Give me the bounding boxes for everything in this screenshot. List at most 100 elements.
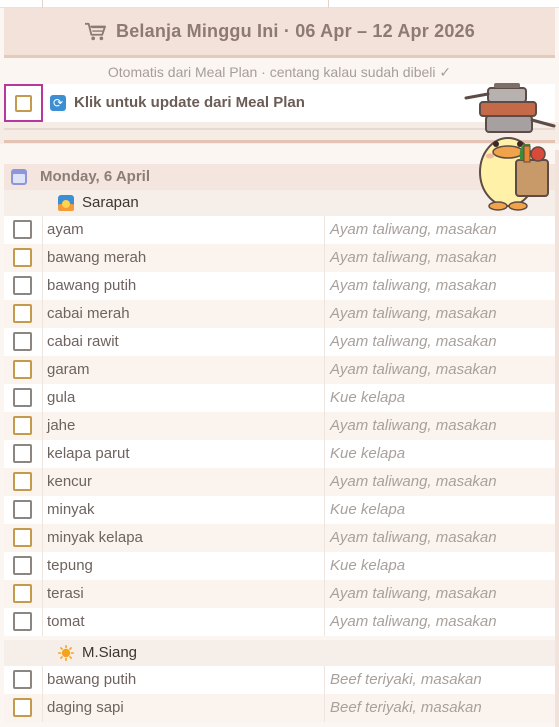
item-name: minyak kelapa bbox=[47, 529, 143, 546]
item-recipe: Kue kelapa bbox=[330, 389, 406, 406]
table-row[interactable]: cabai rawit Ayam taliwang, masakan bbox=[4, 328, 555, 356]
item-checkbox[interactable] bbox=[13, 528, 32, 547]
table-row[interactable]: garam Ayam taliwang, masakan bbox=[4, 356, 555, 384]
item-checkbox[interactable] bbox=[13, 332, 32, 351]
item-list-sarapan: ayam Ayam taliwang, masakan bawang merah A… bbox=[4, 216, 555, 636]
table-row[interactable]: daging sapi Beef teriyaki, masakan bbox=[4, 694, 555, 722]
cart-icon bbox=[85, 22, 106, 40]
item-name: bawang putih bbox=[47, 277, 137, 294]
meal-label: Sarapan bbox=[82, 194, 139, 211]
column-divider bbox=[324, 524, 325, 552]
item-checkbox[interactable] bbox=[13, 500, 32, 519]
item-checkbox[interactable] bbox=[13, 698, 32, 717]
column-divider bbox=[42, 300, 43, 328]
column-divider bbox=[324, 216, 325, 244]
column-divider bbox=[42, 496, 43, 524]
table-row[interactable]: terasi Ayam taliwang, masakan bbox=[4, 580, 555, 608]
item-recipe: Ayam taliwang, masakan bbox=[330, 529, 497, 546]
item-checkbox[interactable] bbox=[13, 416, 32, 435]
item-checkbox[interactable] bbox=[13, 388, 32, 407]
column-divider bbox=[328, 0, 329, 8]
column-divider bbox=[42, 580, 43, 608]
column-divider bbox=[42, 666, 43, 694]
table-row[interactable]: bawang putih Beef teriyaki, masakan bbox=[4, 666, 555, 694]
day-label: Monday, 6 April bbox=[40, 168, 151, 185]
table-row[interactable]: ayam Ayam taliwang, masakan bbox=[4, 216, 555, 244]
column-divider bbox=[324, 694, 325, 722]
column-divider bbox=[42, 524, 43, 552]
column-divider bbox=[324, 356, 325, 384]
item-name: kelapa parut bbox=[47, 445, 130, 462]
sun-icon bbox=[58, 645, 74, 661]
column-divider bbox=[42, 0, 43, 8]
item-checkbox[interactable] bbox=[13, 360, 32, 379]
table-row[interactable]: tepung Kue kelapa bbox=[4, 552, 555, 580]
item-recipe: Kue kelapa bbox=[330, 445, 406, 462]
item-checkbox[interactable] bbox=[13, 584, 32, 603]
column-divider bbox=[42, 272, 43, 300]
item-recipe: Ayam taliwang, masakan bbox=[330, 277, 497, 294]
column-divider bbox=[324, 384, 325, 412]
item-recipe: Kue kelapa bbox=[330, 557, 406, 574]
column-divider bbox=[324, 666, 325, 694]
meal-header-msiang: M.Siang bbox=[4, 640, 555, 666]
update-checkbox-cell[interactable] bbox=[4, 84, 43, 122]
update-checkbox[interactable] bbox=[15, 95, 32, 112]
meal-label: M.Siang bbox=[82, 644, 138, 661]
item-checkbox[interactable] bbox=[13, 444, 32, 463]
column-divider bbox=[324, 440, 325, 468]
item-name: cabai rawit bbox=[47, 333, 119, 350]
table-row[interactable]: kelapa parut Kue kelapa bbox=[4, 440, 555, 468]
item-name: daging sapi bbox=[47, 699, 124, 716]
item-checkbox[interactable] bbox=[13, 612, 32, 631]
table-row[interactable]: minyak Kue kelapa bbox=[4, 496, 555, 524]
table-row[interactable]: bawang putih Ayam taliwang, masakan bbox=[4, 272, 555, 300]
duck-chef-mascot-illustration bbox=[464, 83, 556, 211]
column-divider bbox=[42, 244, 43, 272]
item-name: cabai merah bbox=[47, 305, 130, 322]
item-name: gula bbox=[47, 389, 76, 406]
item-checkbox[interactable] bbox=[13, 248, 32, 267]
column-divider bbox=[42, 328, 43, 356]
column-divider bbox=[42, 552, 43, 580]
item-recipe: Ayam taliwang, masakan bbox=[330, 585, 497, 602]
table-row[interactable]: kencur Ayam taliwang, masakan bbox=[4, 468, 555, 496]
table-row[interactable]: gula Kue kelapa bbox=[4, 384, 555, 412]
item-name: jahe bbox=[47, 417, 76, 434]
table-row[interactable]: tomat Ayam taliwang, masakan bbox=[4, 608, 555, 636]
table-row[interactable]: minyak kelapa Ayam taliwang, masakan bbox=[4, 524, 555, 552]
right-border bbox=[555, 150, 559, 727]
item-recipe: Ayam taliwang, masakan bbox=[330, 305, 497, 322]
column-divider bbox=[324, 608, 325, 636]
item-checkbox[interactable] bbox=[13, 556, 32, 575]
column-divider bbox=[324, 468, 325, 496]
column-divider bbox=[42, 412, 43, 440]
column-divider bbox=[42, 356, 43, 384]
item-checkbox[interactable] bbox=[13, 276, 32, 295]
item-recipe: Ayam taliwang, masakan bbox=[330, 249, 497, 266]
column-divider bbox=[324, 552, 325, 580]
item-name: garam bbox=[47, 361, 90, 378]
top-strip bbox=[0, 0, 559, 8]
column-divider bbox=[42, 608, 43, 636]
table-row[interactable]: cabai merah Ayam taliwang, masakan bbox=[4, 300, 555, 328]
item-name: bawang putih bbox=[47, 671, 137, 688]
item-recipe: Ayam taliwang, masakan bbox=[330, 473, 497, 490]
item-name: tomat bbox=[47, 613, 85, 630]
item-name: ayam bbox=[47, 221, 84, 238]
item-recipe: Beef teriyaki, masakan bbox=[330, 699, 482, 716]
calendar-icon bbox=[11, 169, 27, 185]
item-recipe: Beef teriyaki, masakan bbox=[330, 671, 482, 688]
item-checkbox[interactable] bbox=[13, 472, 32, 491]
table-row[interactable]: bawang merah Ayam taliwang, masakan bbox=[4, 244, 555, 272]
column-divider bbox=[42, 216, 43, 244]
item-checkbox[interactable] bbox=[13, 220, 32, 239]
table-row[interactable]: jahe Ayam taliwang, masakan bbox=[4, 412, 555, 440]
column-divider bbox=[324, 328, 325, 356]
refresh-icon: ⟳ bbox=[50, 95, 66, 111]
column-divider bbox=[324, 272, 325, 300]
item-name: kencur bbox=[47, 473, 93, 490]
item-checkbox[interactable] bbox=[13, 670, 32, 689]
item-checkbox[interactable] bbox=[13, 304, 32, 323]
update-label[interactable]: Klik untuk update dari Meal Plan bbox=[74, 84, 305, 122]
